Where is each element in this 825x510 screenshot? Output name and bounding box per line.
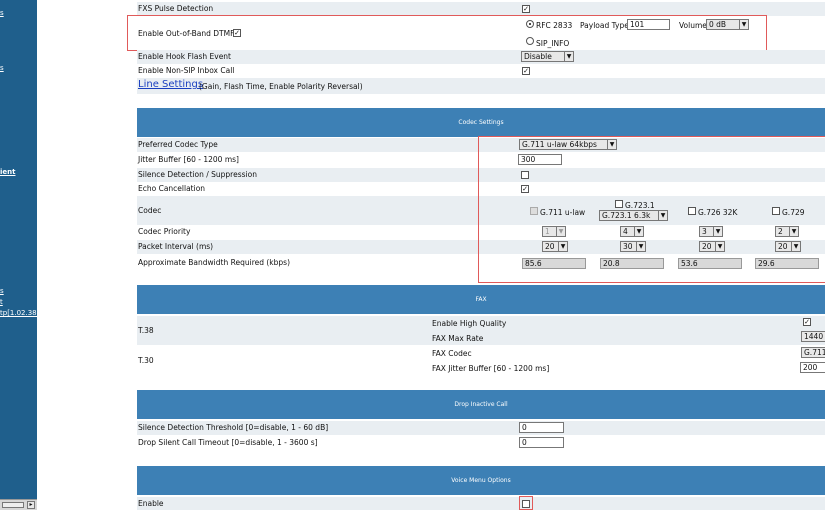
silence-detection-label: Silence Detection / Suppression — [138, 170, 257, 179]
fax-jitter-label: FAX Jitter Buffer [60 - 1200 ms] — [432, 364, 550, 373]
fxs-pulse-checkbox[interactable]: ✓ — [522, 5, 530, 13]
fax-codec-value: G.711 — [804, 348, 825, 357]
nav-link[interactable]: tp[1.02.38.4 — [0, 309, 37, 317]
fax-max-rate-value: 1440 — [804, 332, 824, 341]
nav-link-active[interactable]: ient — [0, 168, 37, 176]
nav-link[interactable]: s — [0, 64, 37, 72]
codec-label: Codec — [138, 206, 162, 215]
payload-type-input[interactable]: 101 — [627, 19, 670, 30]
line-settings-row: Line Settings (Gain, Flash Time, Enable … — [137, 78, 825, 94]
codec-settings-header: Codec Settings — [137, 108, 825, 137]
fxs-pulse-row: FXS Pulse Detection ✓ — [137, 2, 825, 16]
t38-label: T.38 — [138, 326, 154, 335]
oob-dtmf-highlight — [127, 15, 767, 51]
non-sip-row: Enable Non-SIP Inbox Call ✓ — [137, 64, 825, 78]
packet-interval-label: Packet Interval (ms) — [138, 242, 214, 251]
sip-info-radio[interactable] — [526, 37, 534, 45]
payload-type-label: Payload Type — [580, 21, 629, 30]
voice-menu-enable-row: Enable — [137, 497, 825, 510]
scrollbar-thumb[interactable] — [2, 502, 24, 508]
hook-flash-select[interactable]: Disable ▼ — [521, 51, 574, 62]
high-quality-checkbox[interactable]: ✓ — [803, 318, 811, 326]
volume-label: Volume — [679, 21, 707, 30]
voice-menu-highlight — [519, 496, 533, 510]
fax-codec-select[interactable]: G.711 — [801, 347, 825, 358]
fax-jitter-input[interactable]: 200 — [800, 362, 825, 373]
fxs-pulse-label: FXS Pulse Detection — [138, 4, 214, 13]
rfc2833-radio[interactable] — [526, 20, 534, 28]
chevron-down-icon: ▼ — [564, 52, 573, 61]
preferred-codec-label: Preferred Codec Type — [138, 140, 218, 149]
chevron-down-icon: ▼ — [739, 20, 748, 29]
t30-label: T.30 — [138, 356, 154, 365]
silent-timeout-row: Drop Silent Call Timeout [0=disable, 1 -… — [137, 436, 825, 450]
codec-priority-label: Codec Priority — [138, 227, 191, 236]
volume-select[interactable]: 0 dB ▼ — [706, 19, 749, 30]
drop-inactive-header: Drop Inactive Call — [137, 390, 825, 419]
non-sip-checkbox[interactable]: ✓ — [522, 67, 530, 75]
silence-threshold-row: Silence Detection Threshold [0=disable, … — [137, 421, 825, 435]
fax-codec-label: FAX Codec — [432, 349, 472, 358]
fax-max-rate-label: FAX Max Rate — [432, 334, 484, 343]
fax-max-rate-select[interactable]: 1440 — [801, 331, 825, 342]
nav-link[interactable]: t — [0, 298, 37, 306]
high-quality-label: Enable High Quality — [432, 319, 507, 328]
silence-threshold-input[interactable]: 0 — [519, 422, 564, 433]
rfc2833-label: RFC 2833 — [536, 21, 573, 30]
line-settings-desc: (Gain, Flash Time, Enable Polarity Rever… — [199, 82, 363, 91]
nav-link[interactable]: s — [0, 9, 37, 17]
silence-threshold-label: Silence Detection Threshold [0=disable, … — [138, 423, 329, 432]
silent-timeout-input[interactable]: 0 — [519, 437, 564, 448]
scroll-right-arrow-icon[interactable]: ▸ — [27, 501, 35, 509]
nav-scrollbar[interactable]: ▸ — [0, 499, 37, 510]
hook-flash-value: Disable — [524, 52, 552, 61]
hook-flash-row: Enable Hook Flash Event Disable ▼ — [137, 50, 825, 64]
volume-value: 0 dB — [709, 20, 727, 29]
bandwidth-label: Approximate Bandwidth Required (kbps) — [138, 258, 290, 267]
left-nav: s s ient s t tp[1.02.38.4 ▸ — [0, 0, 37, 510]
hook-flash-label: Enable Hook Flash Event — [138, 52, 231, 61]
non-sip-label: Enable Non-SIP Inbox Call — [138, 66, 235, 75]
silent-timeout-label: Drop Silent Call Timeout [0=disable, 1 -… — [138, 438, 318, 447]
echo-cancellation-label: Echo Cancellation — [138, 184, 206, 193]
sip-info-label: SIP_INFO — [536, 39, 570, 48]
codec-highlight — [478, 136, 825, 283]
jitter-buffer-label: Jitter Buffer [60 - 1200 ms] — [138, 155, 239, 164]
line-settings-link[interactable]: Line Settings — [138, 79, 203, 90]
fax-header: FAX — [137, 285, 825, 314]
voice-menu-header: Voice Menu Options — [137, 466, 825, 495]
voice-menu-enable-label: Enable — [138, 499, 164, 508]
nav-link[interactable]: s — [0, 287, 37, 295]
